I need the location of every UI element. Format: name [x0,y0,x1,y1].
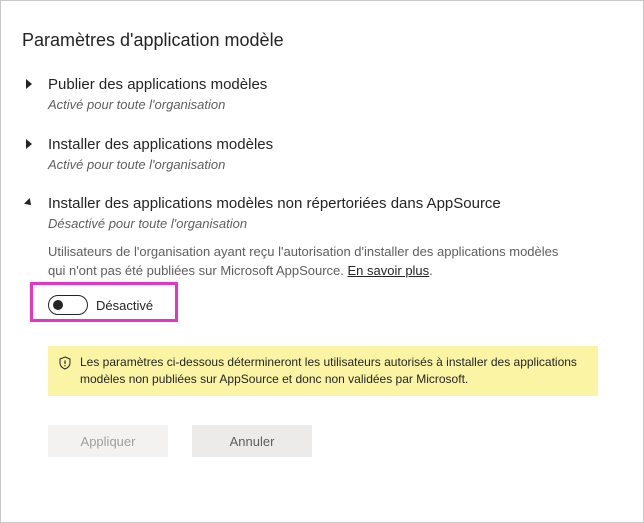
apply-button[interactable]: Appliquer [48,425,168,457]
caret-right-icon[interactable] [26,79,32,89]
setting-title[interactable]: Installer des applications modèles non r… [48,195,501,212]
warning-text: Les paramètres ci-dessous détermineront … [80,355,577,386]
shield-icon [59,356,71,370]
toggle-label: Désactivé [96,298,154,313]
setting-status: Activé pour toute l'organisation [48,157,226,172]
description-end: . [429,263,433,278]
toggle-knob [53,300,63,310]
setting-status: Désactivé pour toute l'organisation [48,216,248,231]
enable-toggle[interactable] [48,295,88,315]
setting-description: Utilisateurs de l'organisation ayant reç… [48,242,568,280]
setting-status: Activé pour toute l'organisation [48,97,226,112]
learn-more-link[interactable]: En savoir plus [348,263,430,278]
warning-banner: Les paramètres ci-dessous détermineront … [48,346,598,396]
page-title: Paramètres d'application modèle [22,30,284,50]
caret-right-icon[interactable] [26,139,32,149]
setting-title[interactable]: Installer des applications modèles [48,136,273,153]
description-text: Utilisateurs de l'organisation ayant reç… [48,244,559,278]
setting-title[interactable]: Publier des applications modèles [48,76,267,93]
cancel-button[interactable]: Annuler [192,425,312,457]
